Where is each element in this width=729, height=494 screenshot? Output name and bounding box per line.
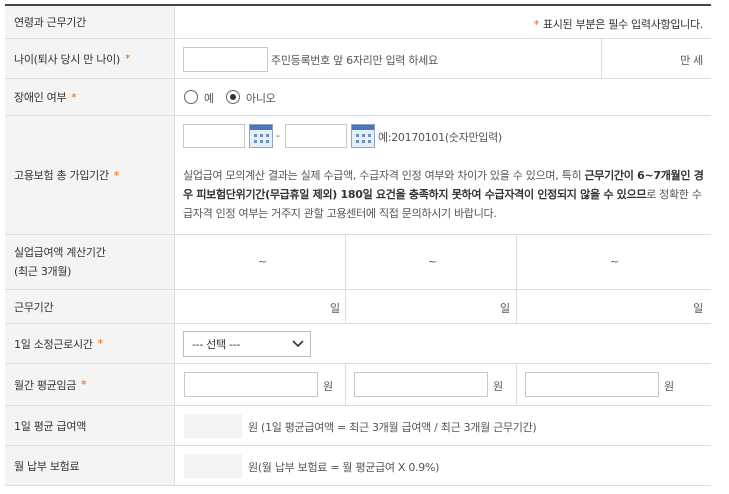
won-unit: 원	[493, 380, 503, 393]
daily-benefit-row: 1일 평균 급여액 원 (1일 평균급여액 = 최근 3개월 급여액 / 최근 …	[5, 406, 711, 446]
monthly-premium-formula: 원(월 납부 보험료 = 월 평균급여 X 0.9%)	[248, 461, 440, 474]
required-mark: *	[97, 337, 104, 350]
calendar-icon[interactable]	[249, 124, 273, 148]
monthly-premium-cell: 원(월 납부 보험료 = 월 평균급여 X 0.9%)	[175, 446, 711, 485]
disability-row: 장애인 여부 * 예 아니오	[5, 79, 711, 116]
daily-hours-selected: --- 선택 ---	[192, 338, 241, 351]
age-hint: 주민등록번호 앞 6자리만 입력 하세요	[271, 54, 438, 67]
radio-yes-label[interactable]: 예	[204, 90, 214, 106]
calc-period-label: 실업급여액 계산기간 (최근 3개월)	[5, 235, 175, 289]
age-row: 나이(퇴사 당시 만 나이) * 주민등록번호 앞 6자리만 입력 하세요 만 세	[5, 39, 711, 79]
monthly-wage-row: 월간 평균임금 * 원 원 원	[5, 364, 711, 406]
insurance-cell: - 예:20170101(숫자만입력) 실업급여 모의계산 결과는 실제 수급액…	[175, 116, 711, 234]
daily-hours-label: 1일 소정근로시간 *	[5, 324, 175, 363]
daily-benefit-label: 1일 평균 급여액	[5, 406, 175, 445]
divider	[601, 39, 602, 78]
disability-cell: 예 아니오	[175, 79, 711, 115]
date-example: 예:20170101(숫자만입력)	[378, 131, 502, 144]
disability-label-text: 장애인 여부	[14, 91, 67, 104]
calendar-icon[interactable]	[351, 124, 375, 148]
radio-yes[interactable]	[184, 90, 198, 104]
work-period-label: 근무기간	[5, 290, 175, 323]
daily-benefit-formula: 원 (1일 평균급여액 = 최근 3개월 급여액 / 최근 3개월 근무기간)	[248, 421, 537, 434]
period-tilde: ~	[428, 255, 437, 268]
work-period-label-text: 근무기간	[14, 300, 54, 314]
won-unit: 원	[664, 380, 674, 393]
divider	[345, 364, 346, 405]
monthly-premium-label-text: 월 납부 보험료	[14, 459, 80, 473]
age-input[interactable]	[183, 47, 268, 72]
age-cell: 주민등록번호 앞 6자리만 입력 하세요 만 세	[175, 39, 711, 78]
required-mark: *	[533, 18, 540, 31]
calc-period-row: 실업급여액 계산기간 (최근 3개월) ~ ~ ~	[5, 235, 711, 290]
period-tilde: ~	[610, 255, 619, 268]
required-mark: *	[124, 52, 131, 65]
work-period-row: 근무기간 일 일 일	[5, 290, 711, 324]
wage-input-1[interactable]	[184, 372, 318, 397]
daily-hours-label-text: 1일 소정근로시간	[14, 337, 93, 351]
required-mark: *	[81, 378, 87, 391]
unemployment-calc-form: 연령과 근무기간 * 표시된 부분은 필수 입력사항입니다. 나이(퇴사 당시 만…	[5, 4, 711, 486]
required-mark: *	[71, 90, 77, 104]
required-note-text: 표시된 부분은 필수 입력사항입니다.	[542, 18, 703, 31]
calc-period-cell: ~ ~ ~	[175, 235, 711, 289]
divider	[345, 235, 346, 289]
daily-benefit-output	[184, 414, 242, 438]
calc-period-label-line2: (최근 3개월)	[14, 265, 72, 278]
daily-hours-select[interactable]: --- 선택 ---	[183, 331, 311, 357]
period-tilde: ~	[258, 255, 267, 268]
calc-period-label-line1: 실업급여액 계산기간	[14, 246, 106, 259]
monthly-premium-output	[184, 454, 242, 478]
insurance-label-text: 고용보험 총 가입기간	[14, 169, 109, 182]
date-separator: -	[276, 129, 280, 142]
insurance-end-input[interactable]	[285, 124, 347, 148]
form-header-title: 연령과 근무기간	[14, 16, 86, 29]
radio-no[interactable]	[226, 90, 240, 104]
radio-no-label[interactable]: 아니오	[246, 90, 276, 106]
wage-input-2[interactable]	[354, 372, 488, 397]
days-unit: 일	[330, 302, 340, 315]
age-label-text: 나이(퇴사 당시 만 나이)	[14, 52, 120, 66]
required-note: * 표시된 부분은 필수 입력사항입니다.	[529, 16, 704, 32]
notice-text: 실업급여 모의계산 결과는 실제 수급액, 수급자격 인정 여부와 차이가 있을…	[183, 169, 585, 182]
days-unit: 일	[500, 302, 510, 315]
divider	[516, 364, 517, 405]
monthly-premium-label: 월 납부 보험료	[5, 446, 175, 485]
required-note-cell: * 표시된 부분은 필수 입력사항입니다.	[175, 6, 711, 38]
age-label: 나이(퇴사 당시 만 나이) *	[5, 39, 175, 78]
monthly-wage-cell: 원 원 원	[175, 364, 711, 405]
required-mark: *	[113, 168, 120, 182]
insurance-row: 고용보험 총 가입기간 * - 예:20170101(숫자만입력) 실업급여 모의…	[5, 116, 711, 235]
insurance-start-input[interactable]	[183, 124, 245, 148]
daily-benefit-label-text: 1일 평균 급여액	[14, 419, 87, 433]
form-header-label: 연령과 근무기간	[5, 6, 175, 38]
divider	[345, 290, 346, 323]
monthly-premium-row: 월 납부 보험료 원(월 납부 보험료 = 월 평균급여 X 0.9%)	[5, 446, 711, 486]
daily-benefit-cell: 원 (1일 평균급여액 = 최근 3개월 급여액 / 최근 3개월 근무기간)	[175, 406, 711, 445]
daily-hours-row: 1일 소정근로시간 * --- 선택 ---	[5, 324, 711, 364]
monthly-wage-label-text: 월간 평균임금	[14, 378, 77, 392]
monthly-wage-label: 월간 평균임금 *	[5, 364, 175, 405]
form-header-row: 연령과 근무기간 * 표시된 부분은 필수 입력사항입니다.	[5, 6, 711, 39]
insurance-notice: 실업급여 모의계산 결과는 실제 수급액, 수급자격 인정 여부와 차이가 있을…	[183, 166, 707, 223]
disability-label: 장애인 여부 *	[5, 79, 175, 115]
work-period-cell: 일 일 일	[175, 290, 711, 323]
divider	[516, 290, 517, 323]
chevron-down-icon	[292, 340, 304, 348]
daily-hours-cell: --- 선택 ---	[175, 324, 711, 363]
wage-input-3[interactable]	[525, 372, 659, 397]
insurance-label: 고용보험 총 가입기간 *	[5, 116, 175, 234]
divider	[516, 235, 517, 289]
days-unit: 일	[693, 302, 703, 315]
won-unit: 원	[323, 380, 333, 393]
age-unit: 만 세	[680, 54, 703, 67]
